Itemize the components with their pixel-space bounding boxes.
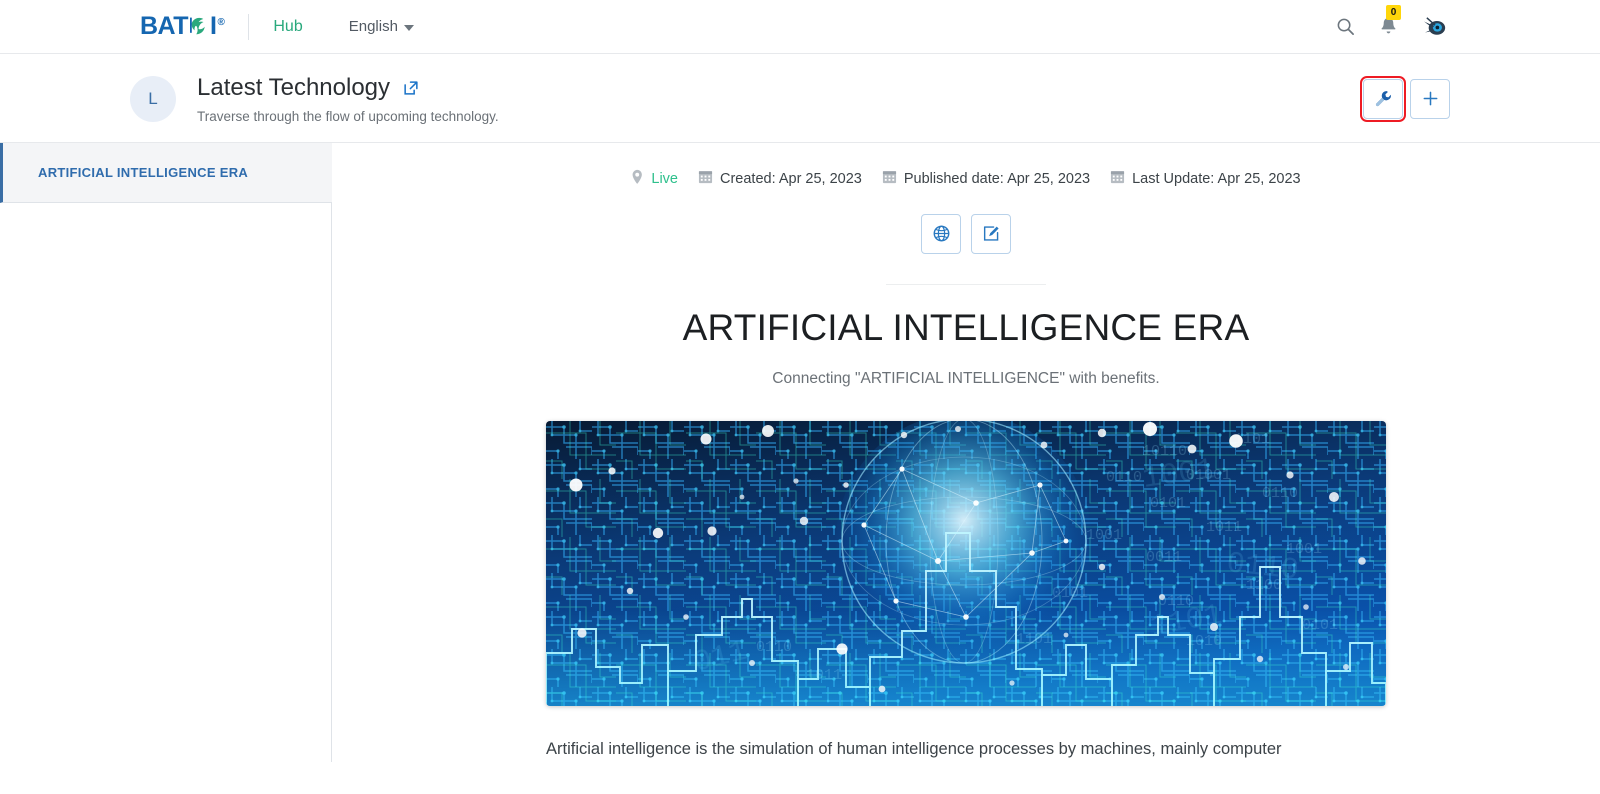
svg-text:0101: 0101	[1150, 495, 1186, 512]
article-subtitle: Connecting "ARTIFICIAL INTELLIGENCE" wit…	[772, 369, 1160, 387]
search-icon[interactable]	[1336, 17, 1355, 36]
meta-created-label: Created: Apr 25, 2023	[719, 170, 862, 187]
page-header-text: Latest Technology Traverse through the f…	[197, 74, 499, 124]
top-navigation-bar: BAT I ® Hub English 0	[0, 0, 1600, 54]
svg-text:0110: 0110	[1106, 469, 1142, 486]
language-selector[interactable]: English	[349, 18, 414, 35]
page-body: ARTIFICIAL INTELLIGENCE ERA Live Created…	[0, 141, 1600, 763]
notifications-bell-icon[interactable]: 0	[1379, 5, 1401, 37]
page-header: L Latest Technology Traverse through the…	[0, 54, 1600, 142]
main-content: Live Created: Apr 25, 2023 Published dat…	[332, 143, 1600, 763]
section-divider	[886, 283, 1046, 285]
nav-divider	[248, 13, 250, 40]
logo-text: BAT	[140, 12, 189, 40]
calendar-icon	[882, 169, 897, 188]
ai-banner-image: 10110 01001 1101 0101 0110 1011 0011 1001 01…	[546, 420, 1386, 706]
external-link-icon[interactable]	[402, 79, 420, 97]
nav-link-hub[interactable]: Hub	[271, 14, 304, 40]
meta-created: Created: Apr 25, 2023	[698, 169, 862, 188]
meta-published-label: Published date: Apr 25, 2023	[903, 170, 1091, 187]
avatar: L	[130, 75, 176, 122]
page-subtitle: Traverse through the flow of upcoming te…	[197, 108, 499, 124]
svg-text:1011: 1011	[1206, 519, 1242, 536]
nav-left-group: BAT I ® Hub English	[0, 12, 414, 41]
article-body-text: Artificial intelligence is the simulatio…	[546, 739, 1282, 758]
article-action-buttons	[332, 213, 1600, 254]
calendar-icon	[698, 169, 713, 188]
logo-registered-mark: ®	[217, 17, 225, 28]
article-title: ARTIFICIAL INTELLIGENCE ERA	[682, 306, 1250, 348]
notification-count-badge: 0	[1386, 5, 1401, 20]
svg-text:0011: 0011	[1146, 549, 1182, 566]
chevron-down-icon	[403, 24, 414, 31]
nav-right-group: 0	[1336, 5, 1600, 38]
page-title-row: Latest Technology	[197, 74, 499, 102]
sidebar-item-artificial-intelligence-era[interactable]: ARTIFICIAL INTELLIGENCE ERA	[0, 142, 332, 203]
edit-pencil-button[interactable]	[971, 213, 1011, 254]
page-header-actions	[1360, 75, 1450, 122]
add-button[interactable]	[1410, 78, 1450, 119]
user-avatar-icon[interactable]	[1422, 16, 1450, 38]
status-badge: Live	[651, 170, 678, 187]
batoi-logo[interactable]: BAT I ®	[140, 12, 225, 41]
logo-leaf-icon	[188, 14, 210, 36]
calendar-icon	[1110, 169, 1125, 188]
map-pin-icon	[631, 169, 644, 189]
avatar-initial: L	[148, 88, 158, 108]
meta-published: Published date: Apr 25, 2023	[882, 169, 1090, 188]
logo-text-tail: I	[210, 12, 217, 40]
page-title: Latest Technology	[197, 74, 391, 101]
meta-last-update: Last Update: Apr 25, 2023	[1110, 169, 1301, 188]
article-meta-row: Live Created: Apr 25, 2023 Published dat…	[332, 169, 1600, 189]
meta-last-update-label: Last Update: Apr 25, 2023	[1132, 170, 1301, 187]
preview-globe-button[interactable]	[921, 213, 961, 254]
settings-wrench-button[interactable]	[1360, 75, 1406, 122]
sidebar-item-label: ARTIFICIAL INTELLIGENCE ERA	[38, 164, 249, 180]
meta-status: Live	[631, 169, 678, 189]
sidebar: ARTIFICIAL INTELLIGENCE ERA	[0, 142, 332, 763]
language-selector-label: English	[348, 18, 398, 35]
svg-text:0110: 0110	[1262, 485, 1298, 502]
